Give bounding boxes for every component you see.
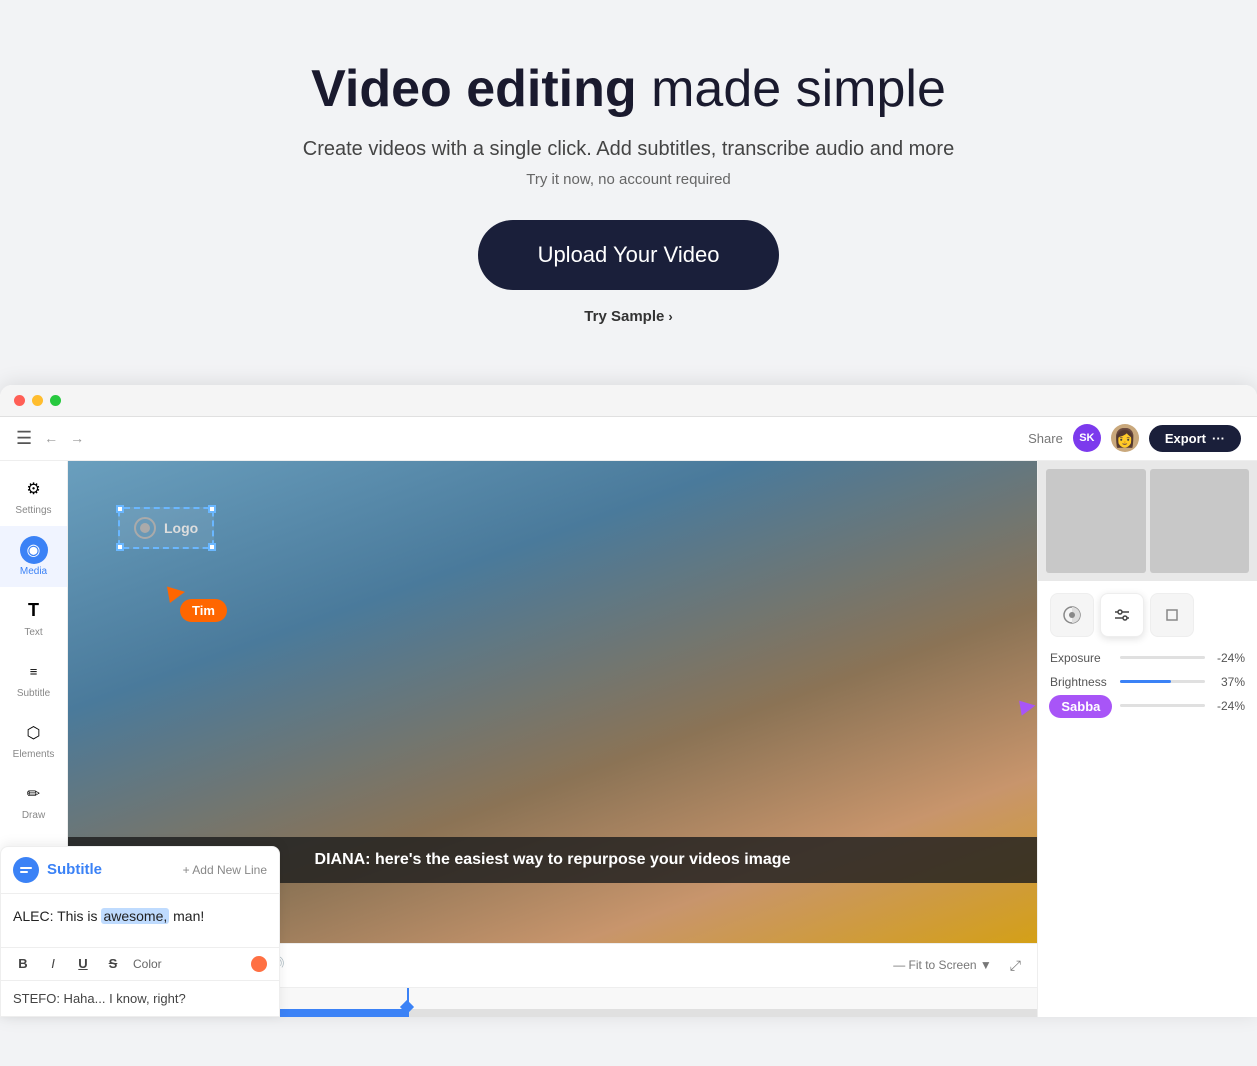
right-panel: Exposure -24% Brightness 37% Contr	[1037, 461, 1257, 1017]
try-sample-label: Try Sample	[584, 308, 664, 325]
user-avatar-photo: 👩	[1111, 424, 1139, 452]
exposure-slider[interactable]	[1120, 656, 1205, 659]
exposure-label: Exposure	[1050, 651, 1114, 665]
back-arrow-icon[interactable]: ←	[44, 430, 58, 446]
tab-adjustments[interactable]	[1100, 593, 1144, 637]
brightness-fill	[1120, 680, 1171, 683]
subtitle-line1-pre: ALEC: This is	[13, 908, 101, 924]
contrast-value: -24%	[1211, 699, 1245, 713]
elements-icon: ⬡	[20, 719, 48, 747]
toolbar-right: Share SK 👩 Export ···	[1028, 424, 1241, 452]
sidebar-item-draw[interactable]: ✏ Draw	[0, 770, 67, 831]
sabba-label: Sabba	[1049, 695, 1112, 718]
corner-handle-tl	[116, 505, 124, 513]
sidebar-label-media: Media	[20, 566, 47, 577]
sidebar-item-subtitle[interactable]: ≡ Subtitle	[0, 648, 67, 709]
thumbnail-2	[1150, 469, 1250, 573]
logo-circle-icon	[134, 517, 156, 539]
hero-title: Video editing made simple	[20, 60, 1237, 120]
hero-subtitle: Create videos with a single click. Add s…	[20, 138, 1237, 161]
hamburger-icon[interactable]: ☰	[16, 428, 32, 449]
text-icon: T	[20, 597, 48, 625]
underline-button[interactable]: U	[73, 956, 93, 971]
tim-cursor: ▶ Tim	[168, 581, 227, 622]
forward-arrow-icon[interactable]: →	[70, 430, 84, 446]
expand-icon[interactable]: ⤢	[1010, 957, 1021, 974]
app-toolbar: ☰ ← → Share SK 👩 Export ···	[0, 417, 1257, 461]
logo-inner-circle	[140, 523, 150, 533]
fit-screen-label[interactable]: — Fit to Screen ▼	[893, 958, 992, 972]
try-sample-button[interactable]: Try Sample ›	[20, 308, 1237, 325]
user-avatar-initials: SK	[1073, 424, 1101, 452]
subtitle-line-2: STEFO: Haha... I know, right?	[1, 980, 279, 1016]
hero-note: Try it now, no account required	[20, 171, 1237, 188]
subtitle-panel: Subtitle + Add New Line ALEC: This is aw…	[0, 846, 280, 1017]
sabba-arrow-icon: ▶	[1018, 692, 1037, 719]
subtitle-line1-post: man!	[169, 908, 204, 924]
sidebar-label-settings: Settings	[15, 505, 51, 516]
draw-icon: ✏	[20, 780, 48, 808]
upload-video-button[interactable]: Upload Your Video	[478, 220, 780, 290]
strikethrough-button[interactable]: S	[103, 956, 123, 971]
corner-handle-br	[208, 543, 216, 551]
brightness-value: 37%	[1211, 675, 1245, 689]
subtitle-text-area: ALEC: This is awesome, man!	[1, 894, 279, 947]
subtitle-toolbar: B I U S Color	[1, 947, 279, 980]
exposure-value: -24%	[1211, 651, 1245, 665]
add-new-line-button[interactable]: + Add New Line	[183, 863, 267, 877]
sidebar-label-elements: Elements	[13, 749, 55, 760]
settings-icon: ⚙	[20, 475, 48, 503]
color-picker[interactable]	[251, 956, 267, 972]
sidebar-label-text: Text	[24, 627, 42, 638]
bold-button[interactable]: B	[13, 956, 33, 971]
hero-section: Video editing made simple Create videos …	[0, 0, 1257, 385]
sidebar-item-media[interactable]: ◉ Media	[0, 526, 67, 587]
export-dots-icon: ···	[1212, 431, 1225, 446]
brightness-label: Brightness	[1050, 675, 1114, 689]
window-titlebar	[0, 385, 1257, 417]
subtitle-header: Subtitle + Add New Line	[1, 847, 279, 894]
subtitle-header-left: Subtitle	[13, 857, 102, 883]
corner-handle-bl	[116, 543, 124, 551]
share-label: Share	[1028, 431, 1063, 446]
logo-overlay[interactable]: Logo	[118, 507, 214, 549]
brightness-row: Brightness 37%	[1050, 675, 1245, 689]
sidebar-label-draw: Draw	[22, 810, 45, 821]
hero-title-light: made simple	[637, 60, 946, 118]
cursor-arrow-icon: ▶	[166, 579, 186, 604]
subtitle-line1-highlight: awesome,	[101, 908, 169, 924]
logo-text: Logo	[164, 520, 198, 536]
sidebar-item-text[interactable]: T Text	[0, 587, 67, 648]
minimize-dot[interactable]	[32, 395, 43, 406]
adjustment-tabs	[1050, 593, 1245, 637]
italic-button[interactable]: I	[43, 956, 63, 971]
sidebar-item-settings[interactable]: ⚙ Settings	[0, 465, 67, 526]
thumbnail-1	[1046, 469, 1146, 573]
subtitle-panel-icon	[13, 857, 39, 883]
adjustments-panel: Exposure -24% Brightness 37% Contr	[1038, 581, 1257, 1017]
corner-handle-tr	[208, 505, 216, 513]
export-label: Export	[1165, 431, 1206, 446]
hero-title-bold: Video editing	[311, 60, 637, 118]
sidebar-label-subtitle: Subtitle	[17, 688, 50, 699]
tab-color-grading[interactable]	[1050, 593, 1094, 637]
close-dot[interactable]	[14, 395, 25, 406]
color-label: Color	[133, 957, 162, 971]
thumbnail-area	[1038, 461, 1257, 581]
exposure-row: Exposure -24%	[1050, 651, 1245, 665]
export-button[interactable]: Export ···	[1149, 425, 1241, 452]
toolbar-left: ☰ ← →	[16, 428, 84, 449]
subtitle-icon: ≡	[20, 658, 48, 686]
tab-crop[interactable]	[1150, 593, 1194, 637]
sabba-cursor: ▶ Sabba	[1020, 693, 1215, 718]
sidebar-item-elements[interactable]: ⬡ Elements	[0, 709, 67, 770]
chevron-right-icon: ›	[668, 309, 672, 324]
media-icon: ◉	[20, 536, 48, 564]
brightness-slider[interactable]	[1120, 680, 1205, 683]
subtitle-panel-title: Subtitle	[47, 861, 102, 878]
subtitle-line-1: ALEC: This is awesome, man!	[13, 906, 267, 927]
maximize-dot[interactable]	[50, 395, 61, 406]
